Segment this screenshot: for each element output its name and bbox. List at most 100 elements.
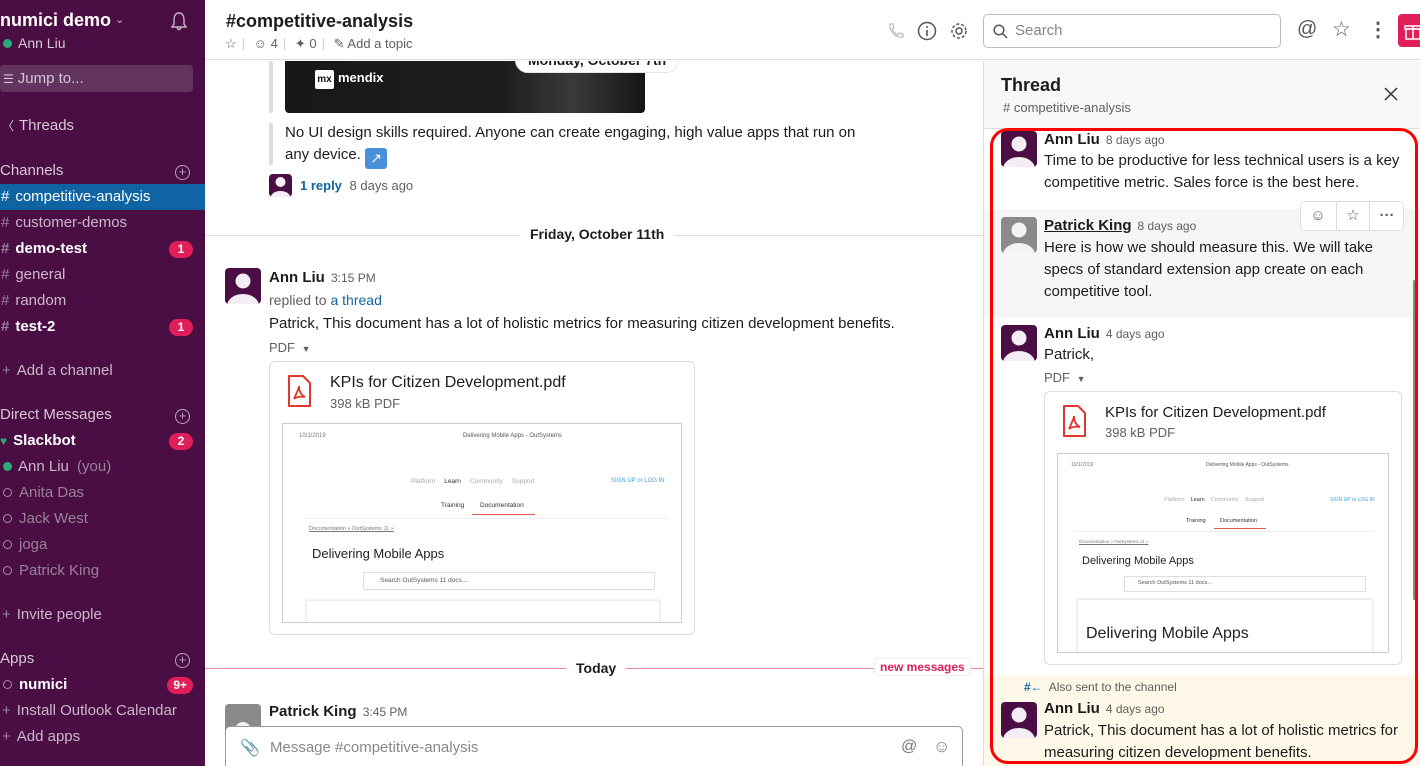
- composer-placeholder: Message #competitive-analysis: [270, 739, 479, 756]
- author-name[interactable]: Ann Liu: [269, 269, 325, 286]
- dm-item-slackbot[interactable]: ♥ Slackbot 2: [0, 428, 205, 454]
- bell-icon[interactable]: [170, 11, 188, 31]
- mentions-icon[interactable]: @: [1297, 18, 1319, 40]
- avatar[interactable]: [1001, 325, 1037, 361]
- author-name[interactable]: Ann Liu: [1044, 131, 1100, 148]
- add-topic-link[interactable]: Add a topic: [347, 36, 412, 51]
- avatar[interactable]: [1001, 702, 1037, 738]
- message-text: Patrick, This document has a lot of holi…: [269, 315, 895, 332]
- gear-icon[interactable]: [948, 20, 970, 42]
- avatar[interactable]: [1001, 217, 1037, 253]
- sidebar-item-test-2[interactable]: # test-2 1: [0, 314, 205, 340]
- file-preview[interactable]: 10/1/2019 Delivering Mobile Apps - OutSy…: [282, 423, 682, 623]
- file-preview[interactable]: 10/1/2019 Delivering Mobile Apps - OutSy…: [1057, 453, 1389, 653]
- dm-item-joga[interactable]: joga: [0, 532, 205, 558]
- message-time[interactable]: 8 days ago: [1106, 133, 1165, 147]
- message-time[interactable]: 3:45 PM: [363, 705, 408, 719]
- thread-channel-link[interactable]: # competitive-analysis: [1003, 100, 1131, 115]
- message-time[interactable]: 3:15 PM: [331, 271, 376, 285]
- jump-to-button[interactable]: ☰ Jump to...: [0, 65, 193, 92]
- message-text: Patrick,: [1044, 346, 1095, 363]
- channels-header[interactable]: Channels: [0, 162, 63, 179]
- file-name[interactable]: KPIs for Citizen Development.pdf: [330, 374, 566, 392]
- search-input[interactable]: Search: [983, 14, 1281, 48]
- channel-title: #competitive-analysis: [226, 11, 414, 31]
- plus-icon: +: [2, 606, 11, 623]
- avatar[interactable]: [225, 268, 261, 304]
- message-time[interactable]: 4 days ago: [1106, 702, 1165, 716]
- dm-label: Jack West: [19, 510, 88, 527]
- gift-button[interactable]: [1398, 14, 1420, 47]
- file-card[interactable]: KPIs for Citizen Development.pdf 398 kB …: [1044, 391, 1402, 665]
- thread-replies[interactable]: 1 reply 8 days ago: [300, 175, 413, 197]
- reply-time: 8 days ago: [349, 178, 414, 193]
- reply-count-link[interactable]: 1 reply: [300, 178, 342, 193]
- preview-tab-underline: [1214, 528, 1266, 529]
- unread-badge: 1: [169, 319, 193, 336]
- sidebar-item-general[interactable]: # general: [0, 262, 205, 288]
- message-composer[interactable]: 📎 Message #competitive-analysis @ ☺: [225, 726, 963, 766]
- install-outlook-link[interactable]: + Install Outlook Calendar: [0, 698, 205, 724]
- apps-header[interactable]: Apps: [0, 650, 34, 667]
- add-apps-link[interactable]: + Add apps: [0, 724, 205, 750]
- pin-count[interactable]: 0: [309, 36, 316, 51]
- file-card[interactable]: KPIs for Citizen Development.pdf 398 kB …: [269, 361, 695, 635]
- author-name[interactable]: Ann Liu: [1044, 700, 1100, 717]
- direct-messages-header[interactable]: Direct Messages: [0, 406, 112, 423]
- add-dm-icon[interactable]: +: [175, 409, 190, 424]
- add-reaction-icon[interactable]: ☺: [1301, 202, 1335, 230]
- heart-icon: ♥: [0, 434, 8, 448]
- file-name[interactable]: KPIs for Citizen Development.pdf: [1105, 404, 1326, 421]
- close-icon[interactable]: [1383, 86, 1399, 102]
- sidebar-item-demo-test[interactable]: # demo-test 1: [0, 236, 205, 262]
- jump-to-label: Jump to...: [17, 70, 84, 87]
- thread-scrollbar[interactable]: [1413, 280, 1416, 600]
- file-type-toggle[interactable]: PDF ▼: [1044, 367, 1086, 390]
- add-channel-icon[interactable]: +: [175, 165, 190, 180]
- dm-item-patrick-king[interactable]: Patrick King: [0, 558, 205, 584]
- dm-item-jack-west[interactable]: Jack West: [0, 506, 205, 532]
- dm-item-ann-liu[interactable]: Ann Liu (you): [0, 454, 205, 480]
- new-messages-badge[interactable]: new messages: [874, 658, 971, 676]
- more-actions-icon[interactable]: ···: [1370, 202, 1404, 230]
- file-type-toggle[interactable]: PDF ▼: [269, 337, 311, 360]
- dm-item-anita-das[interactable]: Anita Das: [0, 480, 205, 506]
- workspace-menu[interactable]: numici demo ⌄: [0, 10, 124, 31]
- date-divider-monday[interactable]: Monday, October 7th: [515, 61, 680, 73]
- star-icon[interactable]: ☆: [225, 36, 237, 51]
- author-name[interactable]: Patrick King: [1044, 217, 1132, 234]
- add-app-icon[interactable]: +: [175, 653, 190, 668]
- message-time[interactable]: 4 days ago: [1106, 327, 1165, 341]
- sidebar-item-random[interactable]: # random: [0, 288, 205, 314]
- add-channel-link[interactable]: + Add a channel: [0, 358, 205, 384]
- member-count[interactable]: 4: [271, 36, 278, 51]
- date-divider-today[interactable]: Today: [566, 660, 627, 676]
- thread-header: Thread # competitive-analysis: [984, 61, 1420, 129]
- info-icon[interactable]: [916, 20, 938, 42]
- star-icon[interactable]: ☆: [1336, 202, 1370, 230]
- presence-away-icon: [3, 566, 12, 575]
- starred-icon[interactable]: ☆: [1332, 17, 1354, 41]
- preview-nav: Platform Learn Community Support: [411, 478, 535, 485]
- more-vertical-icon[interactable]: ⋮: [1368, 17, 1390, 41]
- preview-breadcrumb: Documentation » OutSystems 11 »: [309, 526, 394, 532]
- emoji-icon[interactable]: ☺: [933, 737, 950, 757]
- preview-page-title: Delivering Mobile Apps - OutSystems: [463, 433, 563, 439]
- avatar[interactable]: [1001, 131, 1037, 167]
- invite-people-link[interactable]: + Invite people: [0, 602, 205, 628]
- author-name[interactable]: Patrick King: [269, 703, 357, 720]
- thread-link[interactable]: a thread: [330, 292, 381, 308]
- date-divider-friday[interactable]: Friday, October 11th: [520, 226, 675, 242]
- author-name[interactable]: Ann Liu: [1044, 325, 1100, 342]
- mention-icon[interactable]: @: [901, 738, 917, 756]
- presence-away-icon: [3, 488, 12, 497]
- pin-icon[interactable]: ✦: [295, 36, 306, 51]
- sidebar-item-competitive-analysis[interactable]: # competitive-analysis: [0, 184, 205, 210]
- members-icon[interactable]: ☺: [254, 36, 267, 51]
- app-item-numici[interactable]: numici 9+: [0, 672, 205, 698]
- sidebar-item-customer-demos[interactable]: # customer-demos: [0, 210, 205, 236]
- sidebar-item-threads[interactable]: 〈 Threads: [0, 113, 205, 139]
- message-time[interactable]: 8 days ago: [1138, 219, 1197, 233]
- paperclip-icon[interactable]: 📎: [240, 738, 260, 758]
- phone-icon[interactable]: [885, 20, 907, 42]
